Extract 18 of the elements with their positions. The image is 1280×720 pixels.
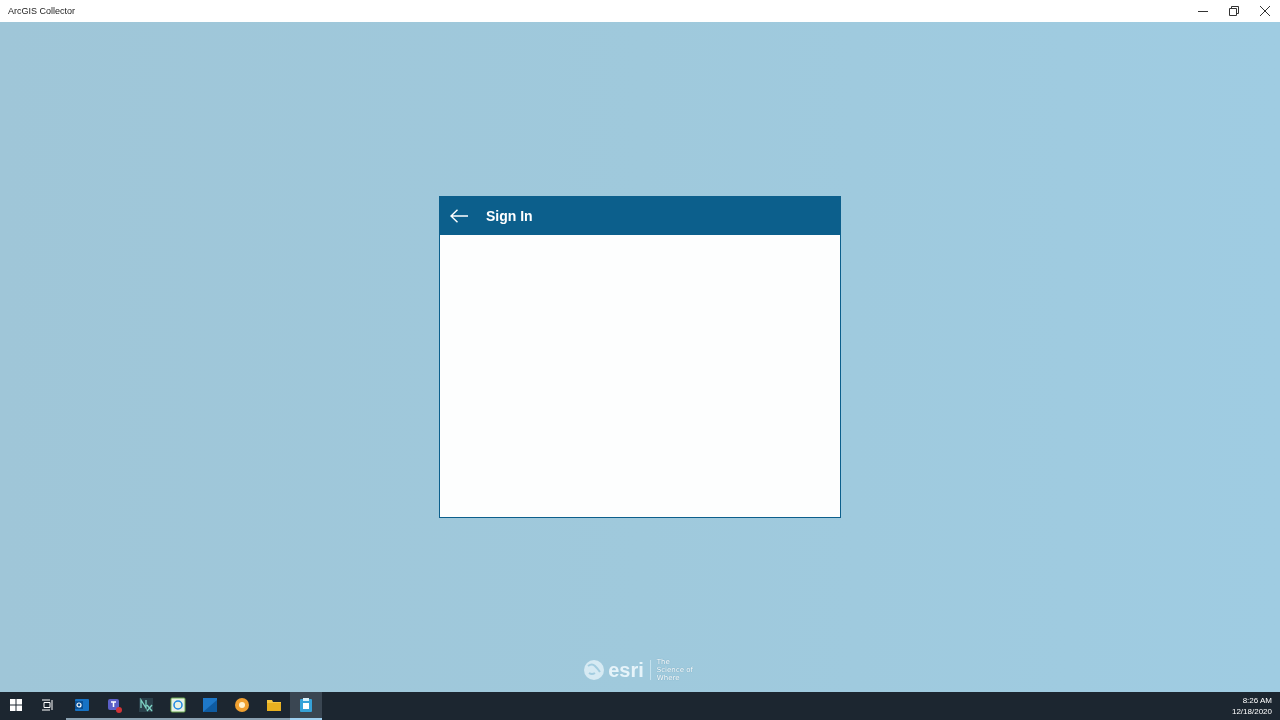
back-arrow-icon xyxy=(450,209,468,223)
taskbar-app[interactable] xyxy=(290,692,322,720)
chat-icon xyxy=(106,697,122,713)
task-view-icon xyxy=(42,699,54,711)
back-button[interactable] xyxy=(450,209,468,223)
window-title: ArcGIS Collector xyxy=(7,6,76,16)
close-icon xyxy=(1259,6,1270,16)
clipboard-icon xyxy=(298,697,314,713)
nx-icon xyxy=(138,697,154,713)
logo-text: esri xyxy=(608,659,644,681)
envelope-icon xyxy=(74,697,90,713)
clock-date: 12/18/2020 xyxy=(1231,706,1272,717)
windows-icon xyxy=(10,699,22,711)
clock[interactable]: 8:26 AM 12/18/2020 xyxy=(1231,695,1280,717)
restore-icon xyxy=(1228,6,1239,16)
dialog-title: Sign In xyxy=(486,208,533,224)
clock-time: 8:26 AM xyxy=(1242,695,1272,706)
folder-icon xyxy=(266,697,282,713)
